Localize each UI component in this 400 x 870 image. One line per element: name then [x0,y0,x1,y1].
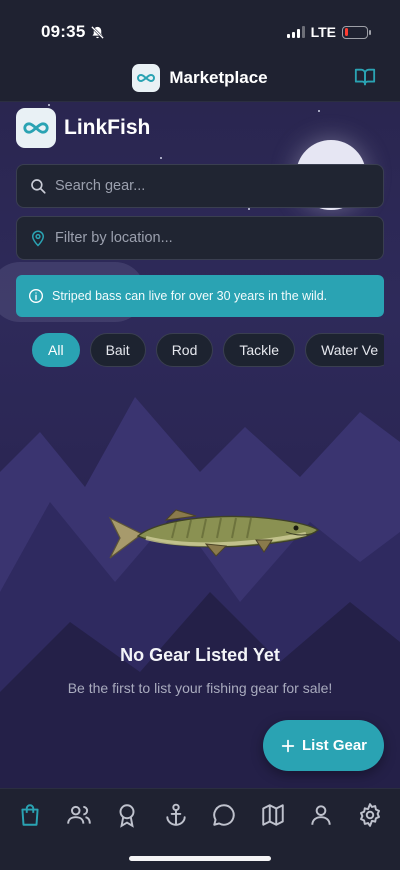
tab-profile[interactable] [301,796,341,834]
chat-icon [211,802,237,828]
location-pin-icon [29,228,47,248]
category-filters: All Bait Rod Tackle Water Ve [16,333,384,369]
map-icon [260,802,286,828]
filter-chip-tackle[interactable]: Tackle [223,333,296,367]
search-icon [29,177,47,195]
search-placeholder: Search gear... [55,178,146,194]
fish-fact-banner: Striped bass can live for over 30 years … [16,275,384,317]
brand-logo-icon [16,108,56,148]
status-bar: 09:35 LTE [0,0,400,60]
plus-icon [280,738,296,754]
signal-icon [286,26,305,38]
tab-community[interactable] [59,796,99,834]
gear-icon [357,802,383,828]
filter-chip-bait[interactable]: Bait [89,333,146,367]
network-label: LTE [310,24,336,40]
empty-state-subtitle: Be the first to list your fishing gear f… [67,680,333,696]
info-icon [28,288,44,304]
brand: LinkFish [16,108,150,148]
marketplace-content: LinkFish Search gear... Filter by locati… [0,102,400,788]
fact-text: Striped bass can live for over 30 years … [52,289,328,303]
status-indicators: LTE [286,24,371,40]
filter-chip-water-vehicles[interactable]: Water Ve [305,333,384,367]
empty-state-title: No Gear Listed Yet [120,645,280,665]
tab-spots[interactable] [156,796,196,834]
nav-title: Marketplace [0,64,400,92]
search-input[interactable]: Search gear... [16,164,384,208]
location-filter-input[interactable]: Filter by location... [16,216,384,260]
brand-name: LinkFish [64,116,151,139]
home-indicator [129,856,271,861]
person-icon [308,802,334,828]
nav-title-text: Marketplace [169,68,268,87]
nav-bar: Marketplace [0,60,400,102]
users-icon [66,802,92,828]
status-time: 09:35 [41,22,105,42]
tab-messages[interactable] [204,796,244,834]
award-icon [114,802,140,828]
list-gear-button[interactable]: List Gear [263,720,384,771]
list-gear-label: List Gear [301,737,368,754]
fish-illustration [108,509,320,559]
filter-chip-all[interactable]: All [32,333,80,367]
bell-off-icon [90,25,105,40]
tab-marketplace[interactable] [10,796,50,834]
book-icon[interactable] [354,66,376,88]
tab-bar [0,788,400,870]
app-logo-icon [132,64,161,92]
battery-icon [342,25,371,39]
bag-icon [17,802,43,828]
location-placeholder: Filter by location... [55,230,173,246]
tab-settings[interactable] [350,796,390,834]
tab-map[interactable] [253,796,293,834]
filter-chip-rod[interactable]: Rod [155,333,214,367]
time-text: 09:35 [41,22,86,41]
tab-achievements[interactable] [107,796,147,834]
anchor-icon [163,802,189,828]
